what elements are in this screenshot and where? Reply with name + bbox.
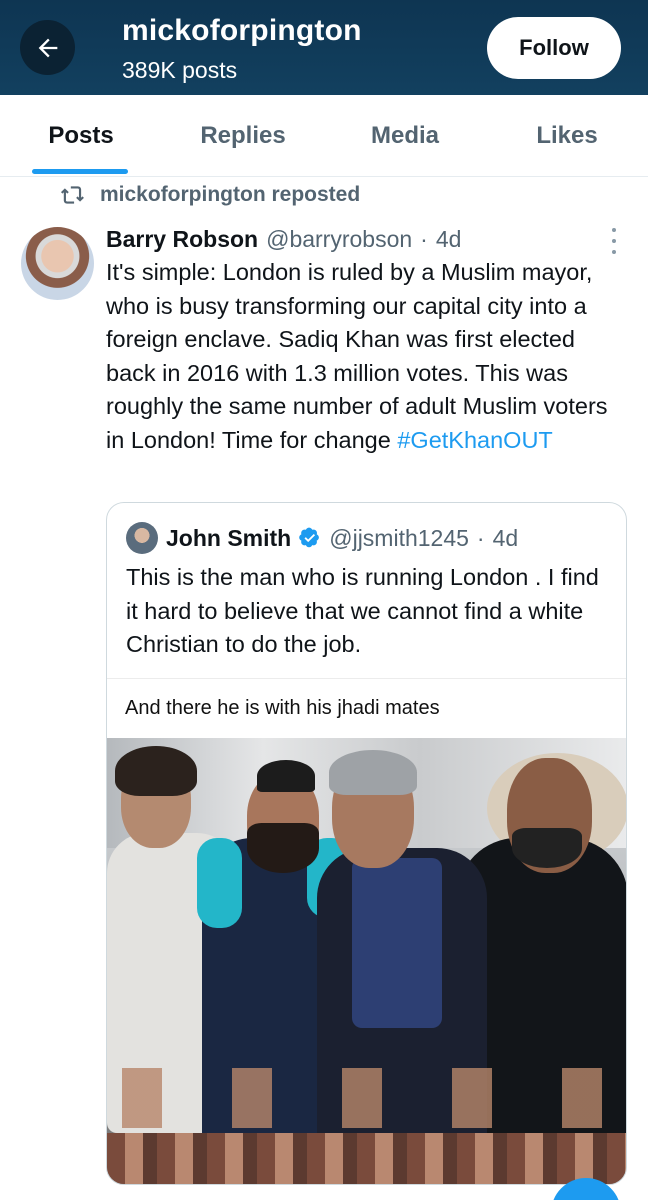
back-button[interactable]: [20, 20, 75, 75]
author-avatar[interactable]: [21, 227, 94, 300]
quote-header: John Smith @jjsmith1245 · 4d: [126, 521, 518, 555]
tab-media[interactable]: Media: [324, 95, 486, 177]
follow-button[interactable]: Follow: [487, 17, 621, 79]
tweet-text: It's simple: London is ruled by a Muslim…: [106, 256, 626, 457]
quoted-tweet-card[interactable]: John Smith @jjsmith1245 · 4d This is the…: [106, 502, 627, 1185]
quote-author-avatar: [126, 522, 158, 554]
quote-author-name: John Smith: [166, 524, 292, 551]
author-handle[interactable]: @barryrobson: [266, 226, 412, 253]
active-tab-indicator: [32, 169, 128, 174]
tweet-header: Barry Robson @barryrobson · 4d: [106, 222, 461, 256]
profile-header: mickoforpington 389K posts Follow: [0, 0, 648, 95]
tab-posts[interactable]: Posts: [0, 95, 162, 177]
verified-badge-icon: [299, 527, 320, 548]
profile-tabs: Posts Replies Media Likes: [0, 95, 648, 177]
post-count: 389K posts: [122, 57, 238, 83]
quote-media-image[interactable]: [107, 738, 626, 1184]
tweet-body: It's simple: London is ruled by a Muslim…: [106, 259, 608, 453]
quote-author-handle: @jjsmith1245: [329, 524, 469, 551]
back-arrow-icon: [38, 38, 57, 57]
profile-name: mickoforpington: [122, 14, 362, 47]
repost-label: mickoforpington reposted: [100, 183, 361, 206]
tweet-age[interactable]: 4d: [436, 226, 462, 253]
more-options-icon[interactable]: [604, 228, 624, 254]
hashtag-link[interactable]: #GetKhanOUT: [397, 427, 552, 453]
quote-text: This is the man who is running London . …: [126, 564, 599, 657]
repost-icon: [60, 186, 84, 204]
quote-age: 4d: [492, 524, 519, 551]
tab-likes[interactable]: Likes: [486, 95, 648, 177]
tab-replies[interactable]: Replies: [162, 95, 324, 177]
quote-meta-separator: ·: [476, 524, 485, 551]
author-name[interactable]: Barry Robson: [106, 226, 258, 253]
media-caption: And there he is with his jhadi mates: [107, 678, 626, 738]
meta-separator: ·: [420, 225, 428, 252]
repost-context[interactable]: mickoforpington reposted: [60, 180, 360, 210]
